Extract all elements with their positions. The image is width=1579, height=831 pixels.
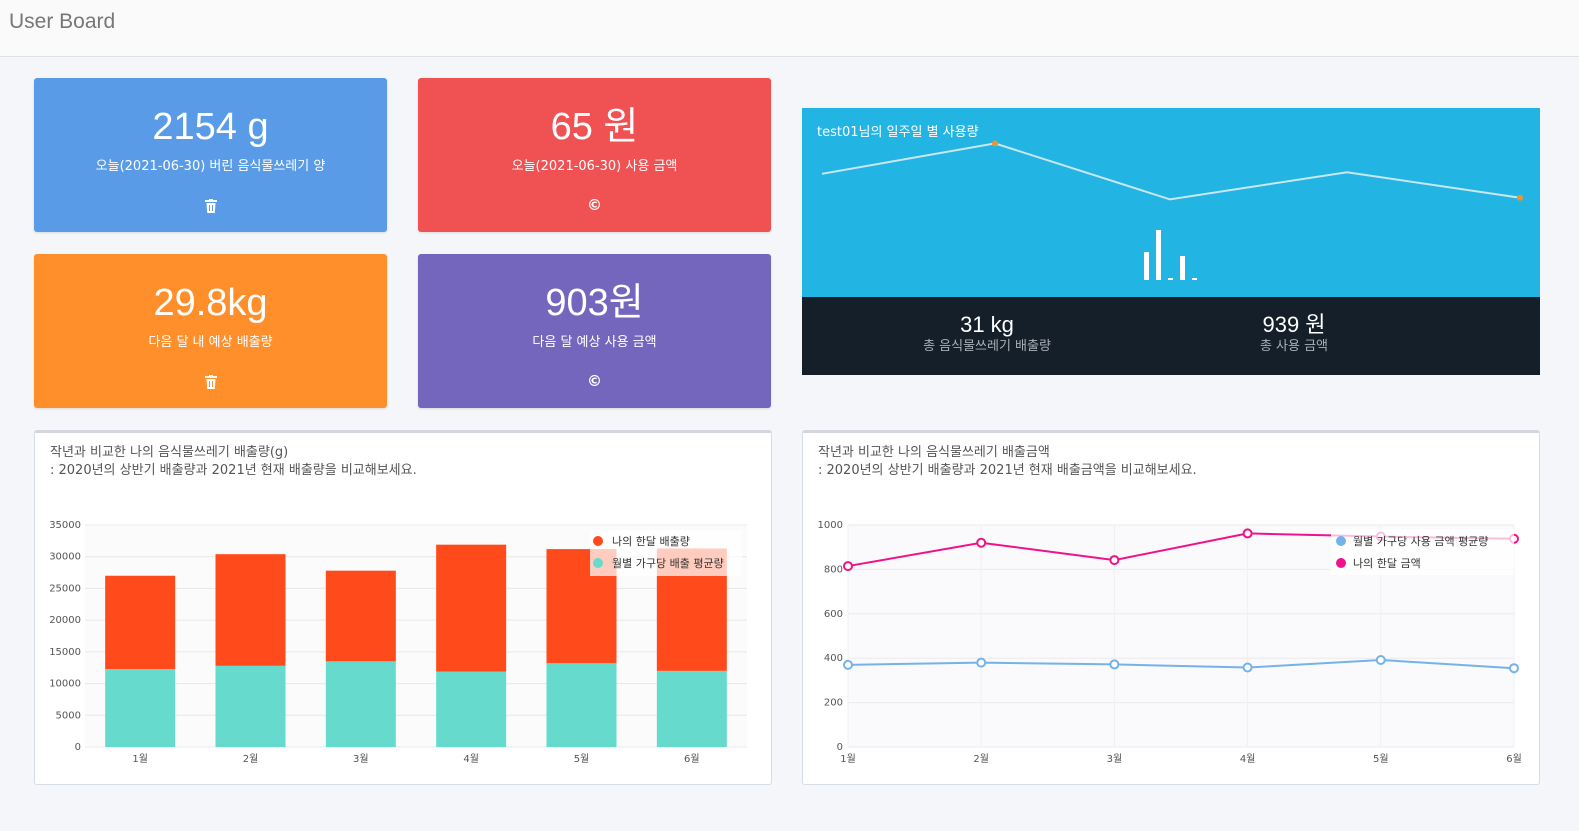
y-tick-label: 30000 — [49, 552, 81, 563]
total-amount-value: 31 kg — [960, 312, 1014, 337]
x-tick-label: 3월 — [353, 753, 369, 765]
x-tick-label: 6월 — [684, 753, 700, 765]
y-tick-label: 800 — [824, 564, 843, 575]
sparkline-bar — [1180, 256, 1185, 280]
weekly-totals: 31 kg 총 음식물쓰레기 배출량 939 원 총 사용 금액 — [802, 297, 1540, 375]
cost-line-chart: 0 200 400 600 800 1000 1월 2월 3월 4월 5월 6월 월별 가구당 사용 금… — [818, 520, 1522, 765]
sparkline-bar — [1168, 278, 1173, 280]
y-tick-label: 25000 — [49, 583, 81, 594]
total-cost: 939 원 총 사용 금액 — [1174, 311, 1414, 355]
total-amount: 31 kg 총 음식물쓰레기 배출량 — [867, 311, 1107, 355]
legend-marker — [593, 536, 603, 546]
x-tick-label: 5월 — [1373, 753, 1389, 765]
next-cost-card: 903원 다음 달 예상 사용 금액 © — [418, 254, 771, 408]
sparkline-point — [1517, 194, 1523, 201]
next-amount-card: 29.8kg 다음 달 내 예상 배출량 — [34, 254, 387, 408]
page-title: User Board — [9, 10, 116, 33]
bar-mine — [215, 554, 286, 666]
series-point — [1109, 555, 1120, 566]
today-amount-value: 2154 g — [152, 106, 269, 148]
today-cost-label: 오늘(2021-06-30) 사용 금액 — [511, 159, 678, 174]
weekly-title: test01님의 일주일 별 사용량 — [817, 125, 979, 140]
y-tick-label: 20000 — [49, 615, 81, 626]
y-tick-label: 35000 — [49, 520, 81, 531]
sparkline-bar — [1144, 252, 1149, 280]
today-cost-card: 65 원 오늘(2021-06-30) 사용 금액 © — [418, 78, 771, 232]
x-tick-label: 4월 — [463, 753, 479, 765]
x-tick-label: 4월 — [1240, 753, 1256, 765]
amount-bar-chart: 0 5000 10000 15000 20000 25000 30000 35000 1월 2월 3… — [49, 520, 747, 765]
copyright-icon: © — [587, 372, 602, 390]
x-tick-label: 1월 — [132, 753, 148, 765]
next-cost-label: 다음 달 예상 사용 금액 — [532, 335, 657, 350]
legend-label: 월별 가구당 배출 평균량 — [612, 557, 724, 570]
series-point — [1509, 663, 1519, 674]
y-tick-label: 200 — [824, 698, 843, 709]
x-tick-label: 2월 — [973, 753, 989, 765]
sparkline-bar — [1192, 278, 1197, 280]
sparkline-point — [992, 140, 998, 147]
sparkline-line — [821, 142, 1521, 201]
x-tick-label: 2월 — [243, 753, 259, 765]
y-tick-label: 10000 — [49, 679, 81, 690]
total-cost-label: 총 사용 금액 — [1259, 339, 1329, 354]
series-point — [1242, 528, 1253, 539]
y-tick-label: 0 — [837, 742, 843, 753]
series-point — [1242, 662, 1253, 673]
sparkline-bar — [1156, 230, 1161, 280]
series-point — [843, 659, 853, 670]
series-point — [1375, 654, 1386, 665]
bar-avg — [546, 663, 617, 747]
legend-label: 월별 가구당 사용 금액 평균량 — [1353, 535, 1488, 548]
next-amount-label: 다음 달 내 예상 배출량 — [148, 335, 273, 350]
cost-comparison-panel: 작년과 비교한 나의 음식물쓰레기 배출금액 : 2020년의 상반기 배출량과… — [802, 430, 1540, 785]
legend-marker — [1336, 536, 1346, 546]
y-tick-label: 15000 — [49, 647, 81, 658]
next-amount-value: 29.8kg — [153, 282, 268, 324]
weekly-sparkline-area: test01님의 일주일 별 사용량 — [802, 108, 1540, 297]
series-point — [976, 657, 987, 668]
bar-avg — [105, 668, 176, 747]
bar-mine — [436, 544, 507, 672]
bar-avg — [215, 665, 286, 747]
today-amount-label: 오늘(2021-06-30) 버린 음식물쓰레기 양 — [95, 159, 326, 174]
x-tick-label: 3월 — [1107, 753, 1123, 765]
y-tick-label: 1000 — [818, 520, 843, 531]
bar-avg — [656, 670, 727, 747]
trash-icon — [34, 196, 387, 214]
bar-mine — [325, 570, 396, 662]
series-point — [843, 561, 853, 572]
today-cost-value: 65 원 — [550, 106, 639, 148]
legend-marker — [593, 558, 603, 568]
next-cost-value: 903원 — [545, 282, 644, 324]
series-point — [1109, 659, 1120, 670]
today-amount-card: 2154 g 오늘(2021-06-30) 버린 음식물쓰레기 양 — [34, 78, 387, 232]
copyright-icon: © — [587, 196, 602, 214]
series-point — [976, 537, 987, 548]
bar-mine — [105, 575, 176, 669]
y-tick-label: 0 — [75, 742, 81, 753]
x-tick-label: 6월 — [1506, 753, 1522, 765]
bar-avg — [325, 661, 396, 747]
x-tick-label: 5월 — [574, 753, 590, 765]
trash-icon — [34, 372, 387, 390]
legend-label: 나의 한달 금액 — [1353, 557, 1421, 570]
y-tick-label: 5000 — [56, 710, 81, 721]
bar-avg — [436, 671, 507, 747]
total-amount-label: 총 음식물쓰레기 배출량 — [923, 339, 1051, 354]
legend-label: 나의 한달 배출량 — [612, 535, 690, 548]
y-tick-label: 600 — [824, 609, 843, 620]
weekly-usage-widget: test01님의 일주일 별 사용량 31 kg 총 음식물쓰레기 배출량 93… — [802, 108, 1540, 375]
y-tick-label: 400 — [824, 653, 843, 664]
x-tick-label: 1월 — [840, 753, 856, 765]
amount-comparison-panel: 작년과 비교한 나의 음식물쓰레기 배출량(g) : 2020년의 상반기 배출… — [34, 430, 772, 785]
legend-marker — [1336, 558, 1346, 568]
total-cost-value: 939 원 — [1262, 312, 1326, 337]
top-bar: User Board — [0, 0, 1579, 57]
